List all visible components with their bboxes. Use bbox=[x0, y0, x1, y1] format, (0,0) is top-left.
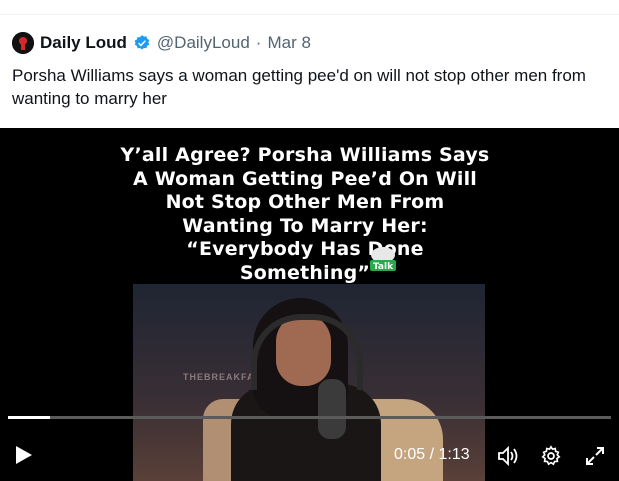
video-controls: 0:05 / 1:13 bbox=[0, 436, 619, 476]
author-name[interactable]: Daily Loud bbox=[40, 33, 127, 53]
microphone bbox=[318, 379, 346, 439]
author-handle[interactable]: @DailyLoud bbox=[157, 33, 250, 53]
avatar[interactable] bbox=[12, 32, 34, 54]
progress-fill bbox=[8, 416, 51, 419]
progress-bar[interactable] bbox=[8, 416, 611, 419]
time-display: 0:05 / 1:13 bbox=[394, 446, 470, 463]
tweet-date[interactable]: Mar 8 bbox=[267, 33, 310, 53]
tweet-card[interactable]: Daily Loud @DailyLoud · Mar 8 Porsha Wil… bbox=[0, 0, 619, 481]
tweet-header: Daily Loud @DailyLoud · Mar 8 bbox=[12, 30, 311, 56]
verified-badge-icon bbox=[134, 35, 150, 50]
gear-icon[interactable] bbox=[540, 445, 562, 467]
divider bbox=[0, 14, 619, 15]
expand-icon[interactable] bbox=[584, 445, 606, 467]
video-headline: Y’all Agree? Porsha Williams Says A Woma… bbox=[120, 144, 490, 284]
daily-loud-logo-icon bbox=[12, 32, 34, 54]
talk-logo: Talk bbox=[368, 246, 398, 272]
volume-icon[interactable] bbox=[497, 445, 521, 467]
tweet-text: Porsha Williams says a woman getting pee… bbox=[12, 66, 586, 108]
svg-text:Talk: Talk bbox=[373, 262, 394, 272]
video-player[interactable]: Y’all Agree? Porsha Williams Says A Woma… bbox=[0, 128, 619, 481]
separator-dot: · bbox=[255, 33, 262, 52]
play-icon[interactable] bbox=[12, 444, 34, 466]
